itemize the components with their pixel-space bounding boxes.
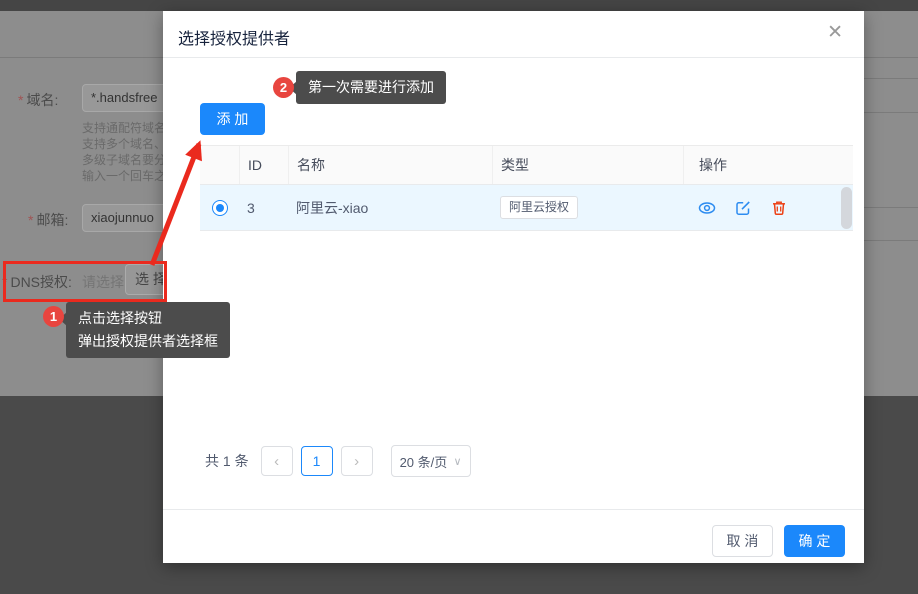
required-mark: * bbox=[28, 212, 33, 228]
table-row[interactable]: 3 阿里云-xiao 阿里云授权 bbox=[200, 185, 853, 231]
step-2-tooltip: 第一次需要进行添加 bbox=[296, 71, 446, 104]
bg-page-topbar bbox=[0, 0, 918, 11]
required-mark: * bbox=[18, 92, 23, 108]
close-icon[interactable]: ✕ bbox=[827, 23, 843, 42]
pagination: 共 1 条 ‹ 1 › 20 条/页 ∨ bbox=[205, 445, 471, 477]
confirm-button[interactable]: 确 定 bbox=[784, 525, 845, 557]
page-number-button[interactable]: 1 bbox=[301, 446, 333, 476]
dialog-header: 选择授权提供者 ✕ bbox=[163, 11, 864, 58]
provider-table: ID 名称 类型 操作 3 阿里云-xiao 阿里云授权 bbox=[200, 145, 853, 231]
header-action: 操作 bbox=[683, 146, 838, 184]
row-action-cell bbox=[683, 185, 838, 230]
delete-icon[interactable] bbox=[770, 199, 788, 217]
step-2-badge: 2 bbox=[273, 77, 294, 98]
type-tag: 阿里云授权 bbox=[500, 196, 578, 218]
chevron-left-icon: ‹ bbox=[274, 453, 279, 470]
step-1-badge: 1 bbox=[43, 306, 64, 327]
annotation-arrow bbox=[135, 120, 225, 280]
header-id: ID bbox=[239, 146, 288, 184]
next-page-button[interactable]: › bbox=[341, 446, 373, 476]
header-type: 类型 bbox=[492, 146, 683, 184]
step-1-tooltip: 点击选择按钮 弹出授权提供者选择框 bbox=[66, 302, 230, 358]
chevron-right-icon: › bbox=[354, 453, 359, 470]
select-provider-dialog: 选择授权提供者 ✕ 添 加 ID 名称 类型 操作 3 阿里云-xiao 阿里云… bbox=[163, 11, 864, 563]
bg-divider bbox=[864, 240, 918, 241]
row-type-cell: 阿里云授权 bbox=[492, 185, 683, 230]
bg-divider bbox=[864, 207, 918, 208]
domain-label: *域名: bbox=[18, 90, 58, 110]
view-icon[interactable] bbox=[698, 199, 716, 217]
email-label: *邮箱: bbox=[28, 210, 68, 230]
page-size-select[interactable]: 20 条/页 ∨ bbox=[391, 445, 471, 477]
dialog-footer: 取 消 确 定 bbox=[163, 509, 864, 563]
row-id-cell: 3 bbox=[239, 185, 288, 230]
dialog-title: 选择授权提供者 bbox=[178, 25, 290, 49]
domain-input[interactable]: *.handsfree bbox=[82, 84, 167, 112]
table-scrollbar-thumb[interactable] bbox=[841, 187, 852, 229]
header-name: 名称 bbox=[288, 146, 492, 184]
screen: *域名: *.handsfree 支持通配符域名 支持多个域名、 多级子域名要分… bbox=[0, 0, 918, 594]
edit-icon[interactable] bbox=[734, 199, 752, 217]
cancel-button[interactable]: 取 消 bbox=[712, 525, 773, 557]
bg-divider bbox=[864, 112, 918, 113]
chevron-down-icon: ∨ bbox=[454, 455, 462, 468]
table-header-row: ID 名称 类型 操作 bbox=[200, 145, 853, 185]
page-size-value: 20 条/页 bbox=[400, 452, 448, 471]
row-name-cell: 阿里云-xiao bbox=[288, 185, 492, 230]
bg-divider bbox=[864, 78, 918, 79]
pagination-total: 共 1 条 bbox=[205, 451, 249, 471]
prev-page-button[interactable]: ‹ bbox=[261, 446, 293, 476]
